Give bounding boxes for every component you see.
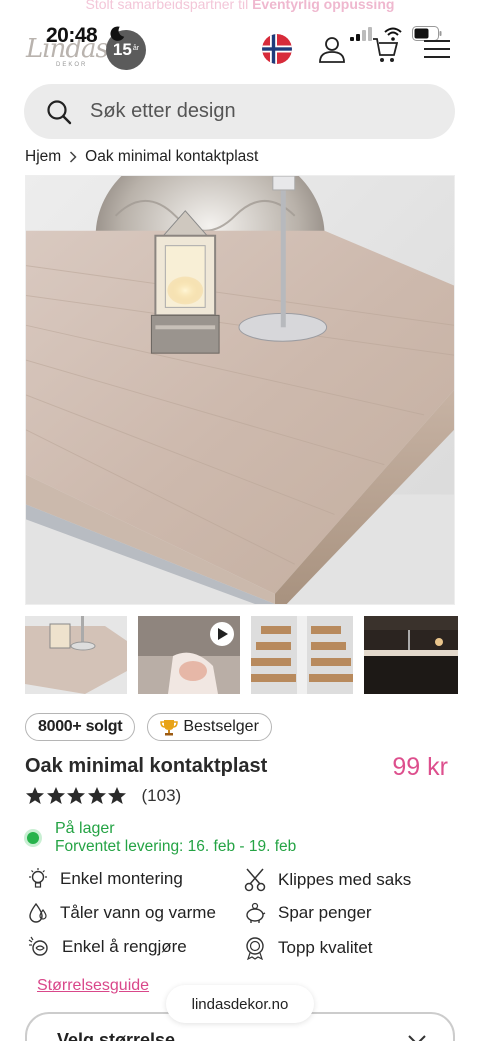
trophy-icon <box>160 720 179 736</box>
sold-count-badge: 8000+ solgt <box>25 713 136 741</box>
menu-icon[interactable] <box>424 38 450 60</box>
browser-url-pill[interactable]: lindasdekor.no <box>166 985 314 1023</box>
thumbnail-1[interactable] <box>25 616 127 694</box>
moon-icon <box>110 26 125 41</box>
cart-icon[interactable] <box>372 35 398 63</box>
star-row <box>25 786 128 806</box>
thumbnail-strip <box>25 616 458 694</box>
site-domain: lindasdekor.no <box>191 995 289 1013</box>
product-price: 99 kr <box>392 753 448 781</box>
feature-label: Spar penger <box>278 903 372 922</box>
feature-label: Topp kvalitet <box>278 938 373 957</box>
anniversary-number: 15 <box>112 40 132 59</box>
stock-label: På lager <box>55 820 115 837</box>
review-count[interactable]: (103) <box>142 786 182 806</box>
droplet-icon <box>29 902 47 923</box>
breadcrumb-current: Oak minimal kontaktplast <box>85 148 259 165</box>
norway-flag-icon[interactable] <box>262 34 292 64</box>
in-stock-dot-icon <box>27 832 39 844</box>
feature-label: Klippes med saks <box>278 870 412 889</box>
promo-brand[interactable]: Eventyrlig oppussing <box>252 0 394 12</box>
user-icon[interactable] <box>318 35 346 63</box>
feature-label: Tåler vann og varme <box>60 903 216 922</box>
header-icons <box>262 34 450 64</box>
bulb-icon <box>29 868 47 888</box>
feature-label: Enkel montering <box>60 869 183 888</box>
feature-item: Enkel montering <box>28 868 183 890</box>
piggy-bank-icon <box>246 902 266 923</box>
thumbnail-4[interactable] <box>364 616 458 694</box>
delivery-estimate: Forventet levering: 16. feb - 19. feb <box>55 838 297 855</box>
thumbnail-2-video[interactable] <box>138 616 240 694</box>
promo-banner: Stolt samarbeidspartner til Eventyrlig o… <box>0 0 480 12</box>
breadcrumb: Hjem Oak minimal kontaktplast <box>25 148 258 166</box>
scissors-icon <box>244 868 266 892</box>
chevron-right-icon <box>70 151 77 163</box>
bestseller-label: Bestselger <box>183 718 259 735</box>
star-icon <box>87 787 106 804</box>
cleaning-icon <box>28 936 48 956</box>
star-icon <box>46 787 65 804</box>
product-badges: 8000+ solgt Bestselger <box>25 713 272 741</box>
promo-prefix: Stolt samarbeidspartner til <box>85 0 253 12</box>
star-icon <box>67 787 85 804</box>
quality-award-icon <box>246 937 264 960</box>
logo-subtitle: DEKOR <box>56 62 88 68</box>
product-main-image[interactable] <box>25 175 455 605</box>
feature-item: Topp kvalitet <box>244 936 373 960</box>
feature-item: Spar penger <box>244 902 372 924</box>
search-bar[interactable]: Søk etter design <box>24 84 455 139</box>
feature-item: Klippes med saks <box>244 868 411 892</box>
anniversary-suffix: år <box>132 44 140 52</box>
size-guide-link[interactable]: Størrelsesguide <box>37 977 149 995</box>
breadcrumb-home[interactable]: Hjem <box>25 148 61 166</box>
size-select-label: Velg størrelse <box>57 1030 176 1041</box>
product-title: Oak minimal kontaktplast <box>25 755 268 777</box>
search-icon <box>47 99 72 124</box>
chevron-down-icon <box>408 1035 426 1041</box>
feature-item: Enkel å rengjøre <box>28 936 187 958</box>
star-icon <box>108 787 126 804</box>
search-input[interactable]: Søk etter design <box>90 100 236 123</box>
star-icon <box>26 787 44 804</box>
thumbnail-3[interactable] <box>251 616 353 694</box>
bestseller-badge: Bestselger <box>147 713 272 741</box>
product-rating[interactable]: (103) <box>25 786 181 806</box>
feature-item: Tåler vann og varme <box>28 902 216 924</box>
status-time: 20:48 <box>46 24 98 47</box>
feature-label: Enkel å rengjøre <box>62 937 187 956</box>
